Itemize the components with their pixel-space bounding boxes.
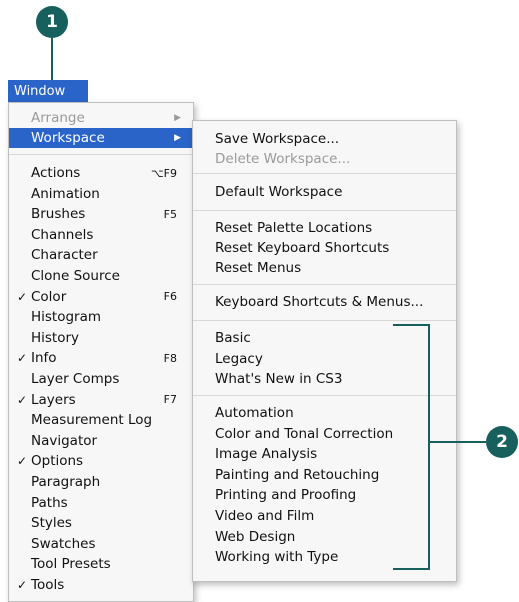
menu-item-workspace-label: Workspace bbox=[31, 130, 105, 146]
menu-item-workspace-preset[interactable]: Color and Tonal Correction bbox=[215, 424, 393, 444]
menu-item-delete-workspace: Delete Workspace... bbox=[215, 151, 351, 167]
checkmark-icon: ✓ bbox=[17, 351, 28, 366]
checkmark-icon: ✓ bbox=[17, 392, 28, 407]
menu-item-swatches[interactable]: Swatches bbox=[9, 534, 193, 554]
menu-separator bbox=[193, 284, 456, 285]
menu-item-options[interactable]: ✓ Options bbox=[9, 451, 193, 471]
menu-item-shortcut: ⌥F9 bbox=[150, 166, 177, 180]
menu-item-label: History bbox=[31, 329, 80, 346]
menu-item-label: Info bbox=[31, 350, 57, 367]
menu-item-label: Color bbox=[31, 288, 67, 305]
menu-item-workspace-preset[interactable]: Printing and Proofing bbox=[215, 485, 356, 505]
menu-item-label: Paragraph bbox=[31, 474, 101, 490]
menu-item-label: Brushes bbox=[31, 206, 86, 223]
window-menu-title[interactable]: Window bbox=[8, 80, 88, 102]
menu-item-navigator[interactable]: Navigator bbox=[9, 431, 193, 451]
menu-item-label: Animation bbox=[31, 185, 100, 202]
menu-separator bbox=[193, 210, 456, 211]
menu-item-workspace-preset[interactable]: What's New in CS3 bbox=[215, 369, 342, 389]
callout-2-badge: 2 bbox=[486, 426, 518, 458]
callout-2-bracket bbox=[428, 324, 430, 570]
menu-item-workspace-preset[interactable]: Automation bbox=[215, 403, 294, 423]
menu-item-character[interactable]: Character bbox=[9, 245, 193, 265]
menu-item-arrange: Arrange ▶ bbox=[9, 108, 193, 128]
menu-item-label: Tools bbox=[31, 577, 65, 593]
menu-item-channels[interactable]: Channels bbox=[9, 225, 193, 245]
menu-separator bbox=[9, 154, 193, 155]
window-menu: Arrange ▶ Workspace ▶ Actions ⌥F9 Animatio… bbox=[8, 102, 194, 602]
menu-separator bbox=[193, 320, 456, 321]
workspace-submenu: Save Workspace... Delete Workspace... De… bbox=[192, 120, 457, 582]
submenu-arrow-icon: ▶ bbox=[174, 113, 181, 123]
checkmark-icon: ✓ bbox=[17, 454, 28, 469]
callout-2-leader-line bbox=[430, 441, 486, 443]
menu-item-shortcut: F6 bbox=[163, 290, 177, 304]
menu-item-styles[interactable]: Styles bbox=[9, 513, 193, 533]
menu-item-shortcut: F8 bbox=[163, 351, 177, 365]
menu-item-tool-presets[interactable]: Tool Presets bbox=[9, 554, 193, 574]
checkmark-icon: ✓ bbox=[17, 578, 28, 592]
menu-item-paths[interactable]: Paths bbox=[9, 493, 193, 513]
menu-item-workspace-preset[interactable]: Image Analysis bbox=[215, 444, 317, 464]
menu-item-label: Options bbox=[31, 453, 84, 470]
menu-item-workspace-preset[interactable]: Painting and Retouching bbox=[215, 465, 379, 485]
menu-item-save-workspace[interactable]: Save Workspace... bbox=[215, 129, 339, 149]
menu-item-label: Character bbox=[31, 247, 98, 264]
menu-item-shortcut: F5 bbox=[163, 207, 177, 221]
menu-item-label: Swatches bbox=[31, 535, 96, 552]
menu-item-label: Styles bbox=[31, 515, 72, 532]
menu-item-layer-comps[interactable]: Layer Comps bbox=[9, 369, 193, 389]
menu-item-label: Clone Source bbox=[31, 268, 120, 284]
menu-item-animation[interactable]: Animation bbox=[9, 184, 193, 204]
menu-item-workspace-preset[interactable]: Working with Type bbox=[215, 547, 338, 567]
menu-item-histogram[interactable]: Histogram bbox=[9, 307, 193, 327]
menu-item-arrange-label: Arrange bbox=[31, 110, 85, 126]
callout-1-leader-line bbox=[51, 38, 53, 80]
menu-item-label: Measurement Log bbox=[31, 412, 153, 429]
checkmark-icon: ✓ bbox=[17, 289, 28, 304]
menu-item-reset-palette-locations[interactable]: Reset Palette Locations bbox=[215, 218, 372, 238]
menu-separator bbox=[193, 173, 456, 174]
menu-item-workspace-preset[interactable]: Web Design bbox=[215, 527, 295, 547]
callout-2-bracket-top bbox=[393, 324, 430, 326]
menu-item-label: Histogram bbox=[31, 309, 102, 326]
menu-item-tools[interactable]: ✓ Tools bbox=[9, 575, 193, 595]
menu-item-info[interactable]: ✓ Info F8 bbox=[9, 348, 193, 368]
menu-item-workspace[interactable]: Workspace ▶ bbox=[9, 128, 193, 148]
menu-item-workspace-preset[interactable]: Basic bbox=[215, 328, 251, 348]
menu-item-reset-menus[interactable]: Reset Menus bbox=[215, 258, 301, 278]
callout-2-bracket-bottom bbox=[393, 568, 430, 570]
menu-item-clone-source[interactable]: Clone Source bbox=[9, 266, 193, 286]
menu-item-default-workspace[interactable]: Default Workspace bbox=[215, 182, 342, 202]
menu-item-brushes[interactable]: Brushes F5 bbox=[9, 204, 193, 224]
menu-item-reset-keyboard-shortcuts[interactable]: Reset Keyboard Shortcuts bbox=[215, 238, 389, 258]
menu-item-color[interactable]: ✓ Color F6 bbox=[9, 287, 193, 307]
callout-1-badge: 1 bbox=[36, 6, 68, 38]
menu-item-label: Tool Presets bbox=[31, 556, 111, 573]
menu-item-actions[interactable]: Actions ⌥F9 bbox=[9, 163, 193, 183]
menu-item-paragraph[interactable]: Paragraph bbox=[9, 472, 193, 492]
menu-item-label: Navigator bbox=[31, 432, 98, 449]
menu-item-measurement-log[interactable]: Measurement Log bbox=[9, 410, 193, 430]
menu-item-label: Layers bbox=[31, 391, 76, 408]
menu-item-shortcut: F7 bbox=[163, 393, 177, 407]
menu-item-label: Paths bbox=[31, 494, 68, 511]
menu-item-label: Channels bbox=[31, 226, 94, 243]
menu-item-label: Actions bbox=[31, 165, 81, 181]
menu-item-history[interactable]: History bbox=[9, 328, 193, 348]
menu-item-workspace-preset[interactable]: Legacy bbox=[215, 349, 263, 369]
menu-item-workspace-preset[interactable]: Video and Film bbox=[215, 506, 314, 526]
menu-item-keyboard-shortcuts-menus[interactable]: Keyboard Shortcuts & Menus... bbox=[215, 292, 423, 312]
menu-separator bbox=[193, 395, 456, 396]
submenu-arrow-icon: ▶ bbox=[174, 133, 181, 143]
menu-item-label: Layer Comps bbox=[31, 371, 120, 387]
menu-item-layers[interactable]: ✓ Layers F7 bbox=[9, 390, 193, 410]
